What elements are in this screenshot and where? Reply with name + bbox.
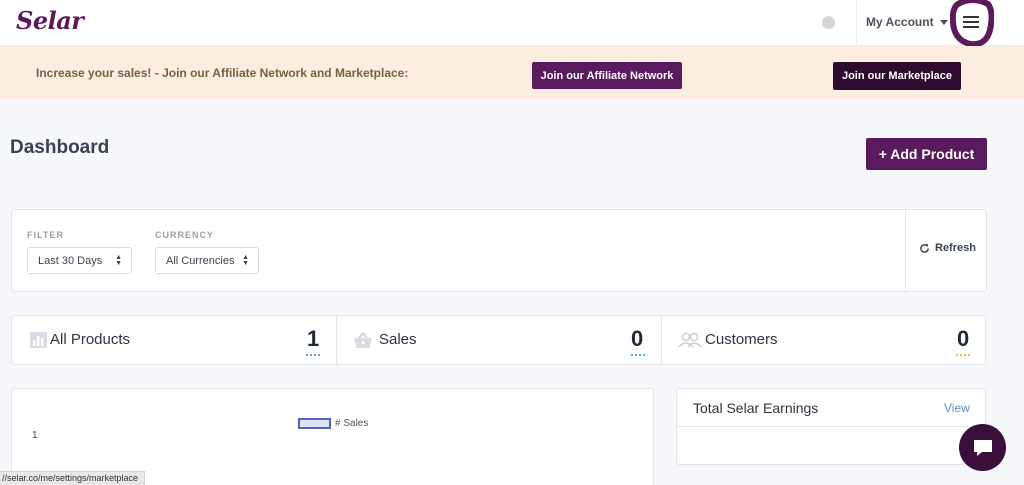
filter-select-value: Last 30 Days	[38, 255, 102, 267]
top-header: Selar My Account	[0, 0, 1024, 46]
stat-label: All Products	[50, 331, 130, 348]
my-account-label: My Account	[866, 15, 934, 29]
stat-value: 0	[631, 326, 643, 352]
stat-underline	[631, 354, 645, 356]
page-title: Dashboard	[10, 137, 109, 159]
basket-icon	[353, 331, 373, 349]
legend-swatch[interactable]	[298, 418, 331, 429]
earnings-view-link[interactable]: View	[944, 401, 970, 415]
stat-label: Sales	[379, 331, 417, 348]
chat-icon	[972, 438, 994, 458]
selar-logo[interactable]: Selar	[16, 6, 83, 35]
bar-chart-icon	[30, 332, 47, 348]
select-arrows-icon: ▲▼	[242, 255, 249, 267]
refresh-icon	[919, 243, 930, 254]
users-icon	[678, 332, 702, 348]
currency-select-value: All Currencies	[166, 255, 234, 267]
join-marketplace-button[interactable]: Join our Marketplace	[833, 62, 961, 90]
filter-card: FILTER Last 30 Days ▲▼ CURRENCY All Curr…	[11, 209, 987, 292]
stat-label: Customers	[705, 331, 778, 348]
promo-banner: Increase your sales! - Join our Affiliat…	[0, 46, 1024, 99]
refresh-divider	[905, 210, 906, 291]
legend-label: # Sales	[335, 418, 368, 429]
hamburger-menu-icon[interactable]	[950, 0, 994, 46]
y-tick-label: 1	[32, 430, 38, 441]
filter-select[interactable]: Last 30 Days ▲▼	[27, 247, 132, 274]
earnings-divider	[677, 426, 985, 427]
add-product-button[interactable]: + Add Product	[866, 138, 987, 170]
select-arrows-icon: ▲▼	[115, 255, 122, 267]
earnings-title: Total Selar Earnings	[693, 400, 818, 416]
my-account-dropdown[interactable]: My Account	[866, 15, 948, 29]
stat-sales[interactable]: Sales 0	[337, 316, 661, 364]
refresh-label: Refresh	[935, 242, 976, 254]
chat-button[interactable]	[959, 424, 1006, 471]
stat-underline	[306, 354, 320, 356]
stat-all-products[interactable]: All Products 1	[12, 316, 336, 364]
banner-text: Increase your sales! - Join our Affiliat…	[36, 66, 408, 80]
caret-down-icon	[940, 20, 948, 25]
stats-card: All Products 1 Sales 0 Customers 0	[11, 315, 986, 365]
stat-customers[interactable]: Customers 0	[662, 316, 986, 364]
stat-underline	[956, 354, 970, 356]
stat-value: 1	[307, 326, 319, 352]
currency-label: CURRENCY	[155, 230, 214, 240]
filter-label: FILTER	[27, 230, 64, 240]
currency-select[interactable]: All Currencies ▲▼	[155, 247, 259, 274]
status-bar-url: //selar.co/me/settings/marketplace	[0, 471, 145, 485]
stat-value: 0	[957, 326, 969, 352]
header-divider	[856, 0, 857, 46]
join-affiliate-button[interactable]: Join our Affiliate Network	[532, 62, 682, 89]
status-indicator	[822, 16, 835, 29]
earnings-card: Total Selar Earnings View	[676, 388, 986, 465]
refresh-button[interactable]: Refresh	[919, 242, 976, 254]
